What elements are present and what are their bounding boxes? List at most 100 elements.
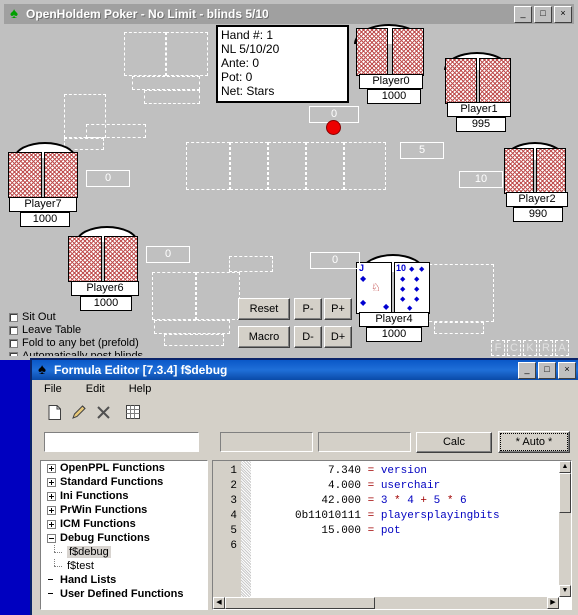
scroll-thumb-vertical[interactable] bbox=[559, 473, 571, 513]
limit-info: NL 5/10/20 bbox=[221, 42, 280, 56]
community-card-placeholder bbox=[344, 142, 386, 190]
scroll-up-arrow[interactable]: ▲ bbox=[559, 461, 571, 473]
code-vertical-scrollbar[interactable]: ▲ ▼ bbox=[559, 461, 571, 597]
d-minus-button[interactable]: D- bbox=[294, 326, 322, 348]
delete-x-icon[interactable] bbox=[92, 401, 114, 423]
tree-item-f-test[interactable]: f$test bbox=[41, 559, 207, 573]
edit-pencil-icon[interactable] bbox=[68, 401, 90, 423]
expand-plus-icon[interactable] bbox=[47, 477, 56, 487]
close-button[interactable]: × bbox=[554, 5, 572, 23]
function-name-input[interactable] bbox=[43, 431, 200, 453]
leave-table-checkbox[interactable] bbox=[9, 325, 18, 335]
ante-info: Ante: 0 bbox=[221, 56, 260, 70]
gutter-stripe bbox=[241, 461, 251, 609]
result-field-2[interactable] bbox=[317, 431, 412, 453]
maximize-button[interactable]: □ bbox=[534, 5, 552, 23]
result-field-1[interactable] bbox=[219, 431, 314, 453]
scroll-right-arrow[interactable]: ▶ bbox=[547, 597, 559, 609]
hero-card-1: J ◆ ♘ ◆ ◆ bbox=[356, 262, 392, 314]
d-plus-button[interactable]: D+ bbox=[324, 326, 352, 348]
code-line: 7.340 = version bbox=[251, 464, 559, 479]
expand-plus-icon[interactable] bbox=[47, 519, 56, 529]
scroll-down-arrow[interactable]: ▼ bbox=[559, 585, 571, 597]
player-name: Player0 bbox=[359, 74, 423, 89]
prefold-checkbox[interactable] bbox=[9, 338, 18, 348]
line-number: 4 bbox=[230, 510, 237, 522]
empty-seat-card-placeholder bbox=[196, 272, 240, 320]
auto-post-blinds-checkbox[interactable] bbox=[9, 351, 18, 356]
player-balance: 995 bbox=[456, 117, 506, 132]
prefold-checkbox-row[interactable]: Fold to any bet (prefold) bbox=[9, 337, 139, 349]
line-number: 1 bbox=[230, 465, 237, 477]
tree-item-ini-functions[interactable]: Ini Functions bbox=[41, 489, 207, 503]
tree-item-standard-functions[interactable]: Standard Functions bbox=[41, 475, 207, 489]
expand-plus-icon[interactable] bbox=[47, 491, 56, 501]
code-line: 42.000 = 3 * 4 + 5 * 6 bbox=[251, 494, 559, 509]
sit-out-checkbox-row[interactable]: Sit Out bbox=[9, 311, 56, 323]
tree-item-f-debug[interactable]: f$debug bbox=[41, 545, 207, 559]
tree-item-hand-lists[interactable]: Hand Lists bbox=[41, 573, 207, 587]
fold-indicator: F bbox=[491, 340, 505, 356]
empty-seat-name-placeholder bbox=[154, 320, 230, 334]
maximize-button[interactable]: □ bbox=[538, 361, 556, 379]
calc-button[interactable]: Calc bbox=[416, 432, 492, 453]
tree-connector-icon bbox=[47, 545, 67, 559]
close-icon: × bbox=[560, 7, 566, 18]
tree-connector-icon bbox=[47, 559, 67, 573]
reset-button[interactable]: Reset bbox=[238, 298, 290, 320]
formula-editor-window: ♠ Formula Editor [7.3.4] f$debug _ □ × F… bbox=[30, 358, 578, 615]
macro-button[interactable]: Macro bbox=[238, 326, 290, 348]
menu-edit[interactable]: Edit bbox=[82, 382, 109, 396]
leave-table-checkbox-row[interactable]: Leave Table bbox=[9, 324, 81, 336]
hero-card-2: 10 ◆ ◆ ◆ ◆ ◆ ◆ ◆ ◆ ◆ bbox=[394, 262, 430, 314]
line-number: 5 bbox=[230, 525, 237, 537]
player-bet: 10 bbox=[459, 171, 503, 188]
p-plus-button[interactable]: P+ bbox=[324, 298, 352, 320]
tree-item-debug-functions[interactable]: Debug Functions bbox=[41, 531, 207, 545]
minimize-button[interactable]: _ bbox=[514, 5, 532, 23]
auto-button[interactable]: * Auto * bbox=[498, 431, 570, 453]
code-identifier: 6 bbox=[453, 495, 467, 507]
tree-item-openppl-functions[interactable]: OpenPPL Functions bbox=[41, 461, 207, 475]
expand-plus-icon[interactable] bbox=[47, 505, 56, 515]
scroll-left-arrow[interactable]: ◀ bbox=[213, 597, 225, 609]
code-horizontal-scrollbar[interactable]: ◀ ▶ bbox=[213, 597, 559, 609]
poker-titlebar[interactable]: ♠ OpenHoldem Poker - No Limit - blinds 5… bbox=[4, 4, 574, 24]
poker-table-felt: Hand #: 1 NL 5/10/20 Ante: 0 Pot: 0 Net:… bbox=[4, 24, 574, 356]
tree-item-label: PrWin Functions bbox=[60, 504, 148, 516]
auto-post-blinds-checkbox-row[interactable]: Automatically post blinds bbox=[9, 350, 143, 356]
empty-seat-name-placeholder bbox=[132, 76, 200, 90]
scroll-thumb-horizontal[interactable] bbox=[225, 597, 375, 609]
formula-editor-titlebar[interactable]: ♠ Formula Editor [7.3.4] f$debug _ □ × bbox=[32, 360, 578, 380]
player-name: Player7 bbox=[9, 197, 77, 212]
p-minus-button[interactable]: P- bbox=[294, 298, 322, 320]
code-identifier: 4 bbox=[400, 495, 414, 507]
code-editor-panel[interactable]: 1 2 3 4 5 6 7.340 = version 4.000 = userc… bbox=[211, 459, 573, 611]
expand-plus-icon[interactable] bbox=[47, 463, 56, 473]
player-name: Player4 bbox=[359, 312, 429, 327]
card-back bbox=[445, 58, 477, 104]
code-equals: = bbox=[361, 495, 381, 507]
function-tree[interactable]: OpenPPL Functions Standard Functions Ini… bbox=[39, 459, 209, 611]
code-identifier: pot bbox=[380, 525, 401, 537]
grid-icon[interactable] bbox=[122, 401, 144, 423]
code-text-area[interactable]: 7.340 = version 4.000 = userchair 42.000 =… bbox=[251, 461, 559, 597]
close-button[interactable]: × bbox=[558, 361, 576, 379]
empty-seat-card-placeholder bbox=[166, 32, 208, 76]
sit-out-checkbox[interactable] bbox=[9, 312, 18, 322]
minimize-button[interactable]: _ bbox=[518, 361, 536, 379]
player-balance: 1000 bbox=[366, 327, 422, 342]
new-file-icon[interactable] bbox=[44, 401, 66, 423]
tree-item-prwin-functions[interactable]: PrWin Functions bbox=[41, 503, 207, 517]
tree-item-user-defined-functions[interactable]: User Defined Functions bbox=[41, 587, 207, 601]
tree-connector-icon bbox=[47, 590, 56, 599]
menu-help[interactable]: Help bbox=[125, 382, 156, 396]
tree-item-icm-functions[interactable]: ICM Functions bbox=[41, 517, 207, 531]
menu-file[interactable]: File bbox=[40, 382, 66, 396]
code-operator: * bbox=[440, 495, 454, 507]
raise-indicator: R bbox=[539, 340, 553, 356]
collapse-minus-icon[interactable] bbox=[47, 533, 56, 543]
sit-out-label: Sit Out bbox=[22, 311, 56, 323]
card-back bbox=[68, 236, 102, 282]
